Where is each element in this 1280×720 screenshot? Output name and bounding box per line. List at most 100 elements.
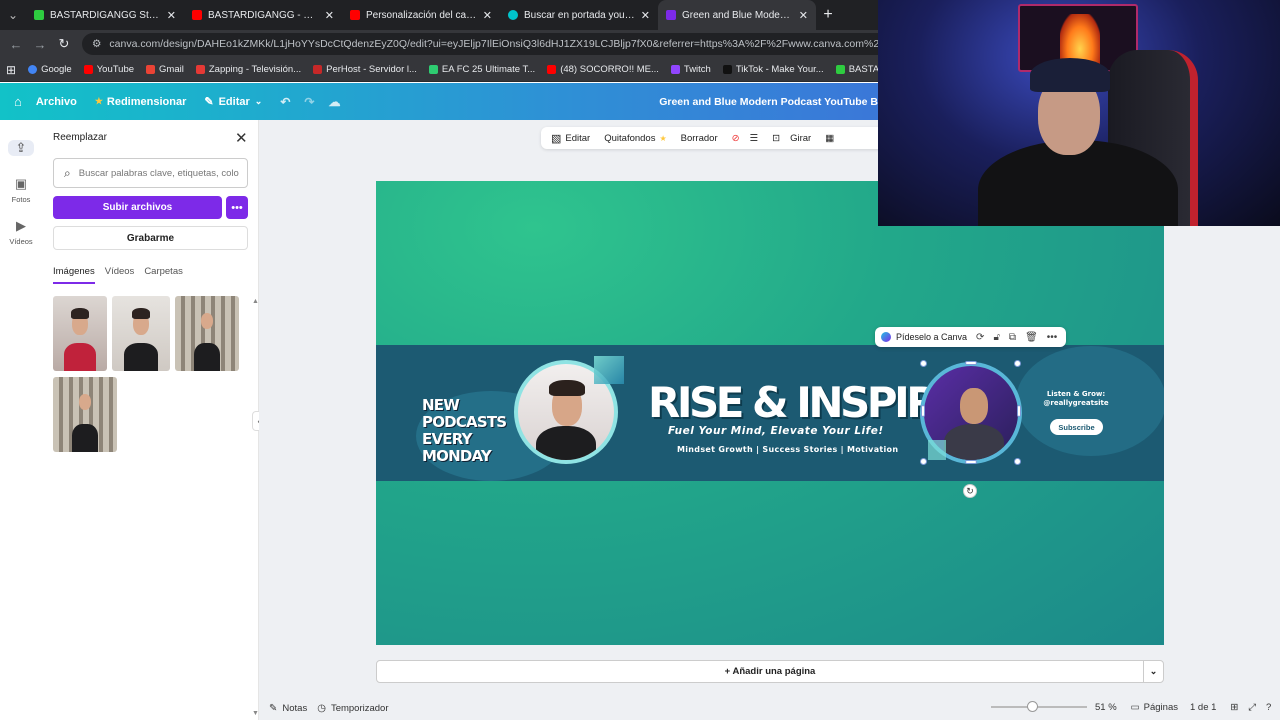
reload-icon[interactable]: ↻ xyxy=(52,36,76,52)
redimensionar-menu[interactable]: ★ Redimensionar xyxy=(95,96,187,108)
timer-button[interactable]: ◷ Temporizador xyxy=(317,703,388,714)
tab-close-icon[interactable]: ✕ xyxy=(167,9,176,22)
no-color-icon[interactable]: ⊘ xyxy=(732,133,740,144)
resize-handle[interactable] xyxy=(1017,405,1021,417)
ask-canva-button[interactable]: Pídeselo a Canva xyxy=(896,332,967,342)
browser-tab[interactable]: Buscar en portada youtube - Ca ✕ xyxy=(500,0,658,30)
new-podcasts-text[interactable]: NEW PODCASTS EVERY MONDAY xyxy=(422,397,512,465)
tab-favicon xyxy=(666,10,676,20)
tab-folders[interactable]: Carpetas xyxy=(144,266,183,284)
cloud-saved-icon[interactable]: ☁ xyxy=(328,95,340,109)
bookmark-favicon xyxy=(83,65,93,74)
tab-images[interactable]: Imágenes xyxy=(53,266,95,284)
uploaded-image-thumbnail[interactable] xyxy=(112,296,170,371)
crop-icon[interactable]: ⊡ xyxy=(772,133,780,144)
scrollbar-down[interactable]: ▼ xyxy=(252,710,259,717)
resize-handle[interactable] xyxy=(965,361,977,365)
listen-grow-text[interactable]: Listen & Grow: @reallygreatsite xyxy=(1040,390,1112,408)
transparency-icon[interactable]: ▦ xyxy=(825,133,834,144)
search-input[interactable]: ⌕ Buscar palabras clave, etiquetas, colo xyxy=(53,158,248,188)
delete-icon[interactable]: 🗑︎ xyxy=(1025,332,1038,343)
tab-search-chevron-icon[interactable]: ⌄ xyxy=(0,0,26,30)
back-icon[interactable]: ← xyxy=(4,37,28,52)
rail-uploads[interactable]: ⇪ xyxy=(0,140,42,156)
resize-handle[interactable] xyxy=(920,360,927,367)
tab-close-icon[interactable]: ✕ xyxy=(483,9,492,22)
tagline-text[interactable]: Fuel Your Mind, Elevate Your Life! xyxy=(668,425,884,437)
resize-handle[interactable] xyxy=(921,405,925,417)
zoom-level[interactable]: 51 % xyxy=(1095,702,1117,713)
apps-grid-icon[interactable]: ⊞ xyxy=(6,63,16,77)
grid-view-icon[interactable]: ⊞ xyxy=(1230,702,1238,713)
bookmark[interactable]: (48) SOCORRO!! ME... xyxy=(547,64,659,75)
headline-text[interactable]: RISE & INSPIRE xyxy=(648,380,964,426)
uploaded-image-thumbnail[interactable] xyxy=(53,377,117,452)
notes-button[interactable]: ✎ Notas xyxy=(269,703,307,714)
bookmark[interactable]: Google xyxy=(28,64,72,75)
resize-handle[interactable] xyxy=(1014,360,1021,367)
fullscreen-icon[interactable]: ⤢ xyxy=(1248,702,1256,713)
editar-image-button[interactable]: ▧ Editar xyxy=(551,132,590,145)
forward-icon[interactable]: → xyxy=(28,37,52,52)
pages-icon[interactable]: ▭ xyxy=(1131,702,1140,713)
tab-close-icon[interactable]: ✕ xyxy=(641,9,650,22)
subscribe-button-graphic[interactable]: Subscribe xyxy=(1050,419,1103,435)
browser-tab[interactable]: Personalización del canal - You ✕ xyxy=(342,0,500,30)
browser-tab[interactable]: BASTARDIGANGG - YouTube ✕ xyxy=(184,0,342,30)
undo-icon[interactable]: ↶ xyxy=(280,95,290,109)
rotate-handle-icon[interactable]: ↻ xyxy=(963,484,977,498)
close-icon[interactable]: ✕ xyxy=(235,129,248,147)
tab-close-icon[interactable]: ✕ xyxy=(325,9,334,22)
help-icon[interactable]: ? xyxy=(1266,702,1271,713)
pages-button[interactable]: Páginas xyxy=(1144,702,1178,713)
tab-videos[interactable]: Vídeos xyxy=(105,266,135,284)
upload-files-button[interactable]: Subir archivos xyxy=(53,196,222,219)
host-photo-shirt xyxy=(944,424,1004,460)
redo-icon[interactable]: ↷ xyxy=(304,95,314,109)
archivo-menu[interactable]: Archivo xyxy=(36,96,77,108)
bookmark[interactable]: Gmail xyxy=(146,64,184,75)
accent-square xyxy=(928,440,946,460)
bookmark[interactable]: TikTok - Make Your... xyxy=(722,64,824,75)
zoom-slider-knob[interactable] xyxy=(1027,701,1038,712)
add-page-button[interactable]: + Añadir una página ⌄ xyxy=(376,660,1164,683)
resize-handle[interactable] xyxy=(1014,458,1021,465)
browser-tab[interactable]: BASTARDIGANGG Stream - Wa ✕ xyxy=(26,0,184,30)
resize-handle[interactable] xyxy=(920,458,927,465)
bookmark[interactable]: Zapping - Televisión... xyxy=(195,64,301,75)
editar-menu[interactable]: ✎ Editar ⌄ xyxy=(204,95,262,109)
document-title[interactable]: Green and Blue Modern Podcast YouTube B xyxy=(659,96,878,108)
scrollbar[interactable]: ▲ xyxy=(252,298,259,305)
girar-button[interactable]: Girar xyxy=(790,133,811,144)
more-options-icon[interactable]: ••• xyxy=(226,196,248,219)
quitafondos-button[interactable]: Quitafondos ★ xyxy=(604,133,666,144)
bookmark-favicon xyxy=(313,65,323,74)
bookmark[interactable]: PerHost - Servidor l... xyxy=(313,64,417,75)
pencil-icon: ✎ xyxy=(204,96,214,108)
site-info-icon[interactable]: ⚙ xyxy=(92,38,101,50)
uploaded-image-thumbnail[interactable] xyxy=(175,296,239,371)
rail-fotos[interactable]: ▣ Fotos xyxy=(0,176,42,204)
chevron-down-icon[interactable]: ⌄ xyxy=(1143,661,1163,682)
more-icon[interactable]: ••• xyxy=(1047,332,1058,343)
uploaded-image-thumbnail[interactable] xyxy=(53,296,107,371)
bookmark[interactable]: YouTube xyxy=(83,64,134,75)
replace-icon[interactable]: ⟳ xyxy=(976,332,984,343)
zoom-slider-track[interactable] xyxy=(991,706,1087,708)
borrador-button[interactable]: Borrador xyxy=(681,133,718,144)
lock-icon[interactable]: 🔓︎ xyxy=(993,332,999,343)
bookmark[interactable]: EA FC 25 Ultimate T... xyxy=(428,64,535,75)
new-tab-icon[interactable]: + xyxy=(816,6,840,24)
listen-label: Listen & Grow: xyxy=(1046,390,1106,398)
resize-handle[interactable] xyxy=(965,460,977,464)
rail-videos[interactable]: ▶ Vídeos xyxy=(0,218,42,246)
tab-close-icon[interactable]: ✕ xyxy=(799,9,808,22)
duplicate-icon[interactable]: ⧉ xyxy=(1009,332,1016,343)
home-icon[interactable]: ⌂ xyxy=(14,94,22,109)
browser-tab-active[interactable]: Green and Blue Modern Podcas ✕ xyxy=(658,0,816,30)
topics-text[interactable]: Mindset Growth | Success Stories | Motiv… xyxy=(677,445,898,454)
border-style-icon[interactable]: ☰ xyxy=(750,133,759,144)
notes-icon: ✎ xyxy=(269,703,278,714)
record-yourself-button[interactable]: Grabarme xyxy=(53,226,248,250)
bookmark[interactable]: Twitch xyxy=(670,64,711,75)
